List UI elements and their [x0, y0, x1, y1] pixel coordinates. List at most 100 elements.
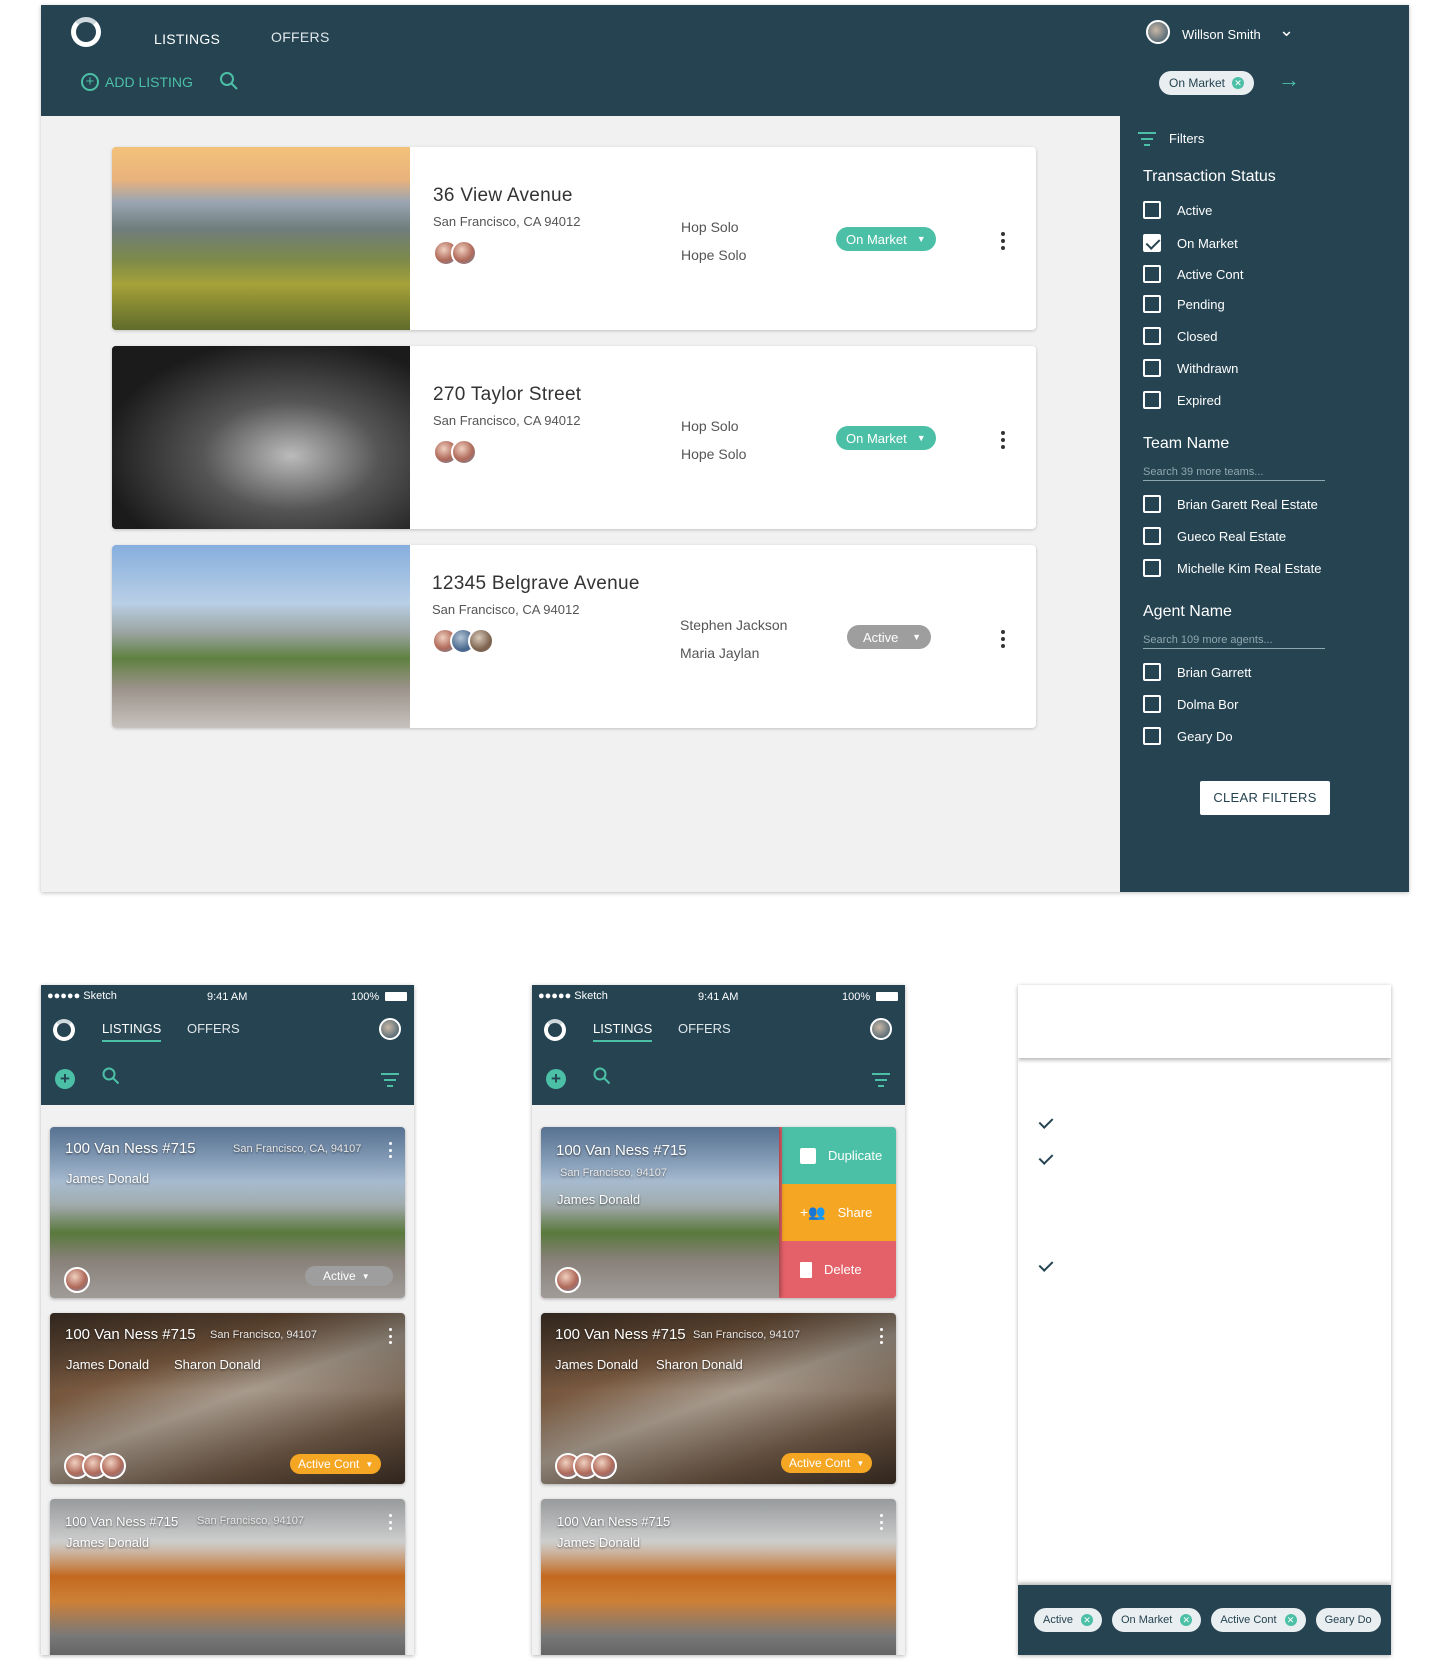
checkbox-team[interactable]: Brian Garett Real Estate — [1036, 1411, 1211, 1429]
logo-icon[interactable] — [53, 1019, 75, 1041]
checkbox-box[interactable] — [1036, 1411, 1054, 1429]
checkbox-box[interactable] — [1036, 1447, 1054, 1465]
status-dropdown[interactable]: Active Cont ▼ — [290, 1454, 382, 1474]
tab-offers[interactable]: OFFERS — [271, 29, 330, 45]
checkbox-agent[interactable]: Brian Garrett — [1143, 663, 1251, 681]
checkbox-on-market[interactable]: On Market — [1036, 1256, 1131, 1274]
filter-icon[interactable] — [1138, 132, 1156, 150]
listing-card-swiped[interactable]: Duplicate +👥 Share Delete 100 Van Ness #7… — [541, 1127, 896, 1298]
checkbox-team[interactable]: Gueco Real Estate — [1036, 1447, 1179, 1465]
search-icon[interactable] — [593, 1067, 611, 1085]
tab-listings[interactable]: LISTINGS — [593, 1021, 653, 1042]
filter-chip[interactable]: Active Cont ✕ — [1211, 1608, 1306, 1632]
checkbox-active-cont[interactable]: Active Cont — [1036, 1149, 1136, 1167]
listing-card[interactable]: 12345 Belgrave Avenue San Francisco, CA … — [112, 545, 1036, 728]
active-filter-chip[interactable]: On Market ✕ — [1159, 71, 1255, 95]
checkbox-team[interactable]: Brian Garett Real Estate — [1143, 495, 1318, 513]
checkbox-expired[interactable]: Expired — [1036, 1220, 1114, 1238]
checkbox-team[interactable]: Michelle Kim Real Estate — [1143, 559, 1322, 577]
more-options-icon[interactable] — [880, 1328, 883, 1344]
checkbox-box[interactable] — [1143, 234, 1161, 252]
status-dropdown[interactable]: Active ▼ — [847, 625, 931, 649]
listing-title[interactable]: 36 View Avenue — [433, 185, 573, 207]
tab-offers[interactable]: OFFERS — [187, 1021, 240, 1036]
checkbox-box[interactable] — [1036, 1184, 1054, 1202]
remove-chip-icon[interactable]: ✕ — [1232, 77, 1245, 89]
tab-listings[interactable]: LISTINGS — [102, 1021, 162, 1042]
user-name[interactable]: Willson Smith — [1182, 27, 1261, 42]
checkbox-withdrawn[interactable]: Withdrawn — [1036, 1327, 1131, 1345]
checkbox-closed[interactable]: Closed — [1143, 327, 1217, 345]
add-icon[interactable]: + — [546, 1069, 566, 1089]
search-icon[interactable] — [102, 1067, 120, 1085]
listing-card[interactable]: 100 Van Ness #715 San Francisco, 94107 J… — [50, 1499, 405, 1655]
checkbox-agent[interactable]: Dolma Bor — [1143, 695, 1238, 713]
filter-chip[interactable]: Active ✕ — [1034, 1608, 1102, 1632]
clear-all-button[interactable]: CLEAR ALL — [1298, 1022, 1367, 1037]
chevron-down-icon[interactable]: ⌄ — [1279, 20, 1294, 41]
listing-card[interactable]: 270 Taylor Street San Francisco, CA 9401… — [112, 346, 1036, 529]
checkbox-box[interactable] — [1143, 265, 1161, 283]
listing-card[interactable]: 100 Van Ness #715 James Donald — [541, 1499, 896, 1655]
status-dropdown[interactable]: Active Cont ▼ — [781, 1453, 873, 1473]
checkbox-pending[interactable]: Pending — [1143, 295, 1225, 313]
checkbox-box[interactable] — [1143, 695, 1161, 713]
listing-card[interactable]: 36 View Avenue San Francisco, CA 94012 H… — [112, 147, 1036, 330]
share-button[interactable]: +👥 Share — [782, 1184, 896, 1241]
tab-offers[interactable]: OFFERS — [678, 1021, 731, 1036]
user-avatar[interactable] — [379, 1018, 401, 1040]
checkbox-box[interactable] — [1143, 727, 1161, 745]
more-options-icon[interactable] — [1001, 630, 1005, 648]
close-icon[interactable]: ✕ — [1038, 1017, 1056, 1043]
checkbox-box[interactable] — [1143, 327, 1161, 345]
user-avatar[interactable] — [870, 1018, 892, 1040]
checkbox-closed[interactable]: Closed — [1036, 1184, 1110, 1202]
checkbox-box[interactable] — [1143, 391, 1161, 409]
more-options-icon[interactable] — [880, 1514, 883, 1530]
checkbox-box[interactable] — [1036, 1291, 1054, 1309]
more-options-icon[interactable] — [1001, 232, 1005, 250]
checkbox-on-market[interactable]: On Market — [1143, 234, 1238, 252]
more-options-icon[interactable] — [389, 1142, 392, 1158]
more-options-icon[interactable] — [389, 1328, 392, 1344]
listing-title[interactable]: 12345 Belgrave Avenue — [432, 573, 640, 595]
status-dropdown[interactable]: Active ▼ — [305, 1266, 393, 1286]
checkbox-withdrawn[interactable]: Withdrawn — [1143, 359, 1238, 377]
checkbox-active-cont[interactable]: Active Cont — [1143, 265, 1243, 283]
search-icon[interactable] — [219, 71, 239, 91]
checkbox-box[interactable] — [1143, 663, 1161, 681]
more-options-icon[interactable] — [1001, 431, 1005, 449]
delete-button[interactable]: Delete — [782, 1241, 896, 1298]
checkbox-box[interactable] — [1143, 359, 1161, 377]
remove-chip-icon[interactable]: ✕ — [1284, 1614, 1297, 1626]
add-icon[interactable]: + — [55, 1069, 75, 1089]
checkbox-pending[interactable]: Pending — [1036, 1291, 1118, 1309]
filter-icon[interactable] — [381, 1073, 399, 1091]
checkbox-box[interactable] — [1036, 1113, 1054, 1131]
more-options-icon[interactable] — [389, 1514, 392, 1530]
duplicate-button[interactable]: Duplicate — [782, 1127, 896, 1184]
listing-card[interactable]: 100 Van Ness #715 San Francisco, 94107 J… — [541, 1313, 896, 1484]
logo-icon[interactable] — [71, 17, 101, 47]
listing-card[interactable]: 100 Van Ness #715 San Francisco, CA, 941… — [50, 1127, 405, 1298]
checkbox-expired[interactable]: Expired — [1143, 391, 1221, 409]
checkbox-box[interactable] — [1036, 1327, 1054, 1345]
checkbox-box[interactable] — [1036, 1256, 1054, 1274]
checkbox-team[interactable]: Michelle Kim Real Estate — [1036, 1483, 1215, 1501]
checkbox-box[interactable] — [1143, 495, 1161, 513]
remove-chip-icon[interactable]: ✕ — [1180, 1614, 1193, 1626]
checkbox-box[interactable] — [1143, 527, 1161, 545]
remove-chip-icon[interactable]: ✕ — [1080, 1614, 1093, 1626]
checkbox-team[interactable]: Gueco Real Estate — [1143, 527, 1286, 545]
checkbox-active[interactable]: Active — [1036, 1113, 1105, 1131]
team-search-input[interactable]: Search 39 more teams... — [1143, 466, 1325, 481]
checkbox-box[interactable] — [1143, 295, 1161, 313]
logo-icon[interactable] — [544, 1019, 566, 1041]
checkbox-box[interactable] — [1036, 1149, 1054, 1167]
filter-chip[interactable]: Geary Do — [1315, 1608, 1381, 1632]
status-dropdown[interactable]: On Market ▼ — [836, 227, 936, 251]
listing-title[interactable]: 270 Taylor Street — [433, 384, 581, 406]
checkbox-agent[interactable]: Geary Do — [1143, 727, 1233, 745]
filter-icon[interactable] — [872, 1073, 890, 1091]
agent-search-input[interactable]: Search 109 more agents... — [1143, 634, 1325, 649]
